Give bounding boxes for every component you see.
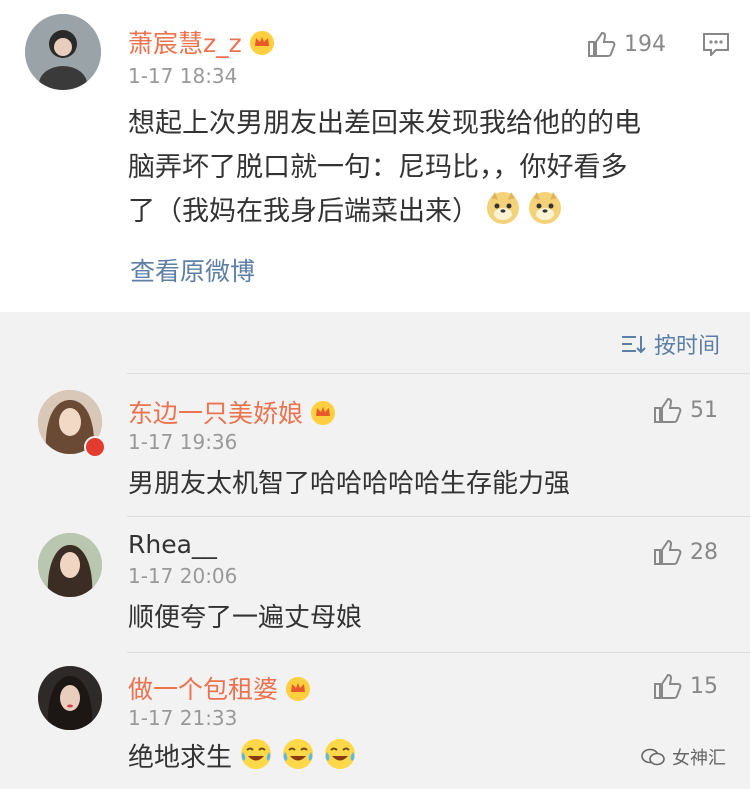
main-post-line-2: 脑弄坏了脱口就一句：尼玛比，，你好看多: [128, 152, 628, 183]
vip-crown-icon: [309, 399, 337, 425]
vip-crown-icon: [248, 29, 276, 55]
doge-emoji-icon: [527, 190, 563, 226]
reply-like-button[interactable]: 51: [652, 396, 718, 424]
reply-like-button[interactable]: 28: [652, 538, 718, 566]
reply-avatar[interactable]: [38, 666, 102, 730]
reply-username-text[interactable]: 东边一只美娇娘: [128, 399, 303, 428]
main-post-username[interactable]: 萧宸慧z_z: [128, 24, 276, 60]
reply-text-content: 绝地求生: [128, 743, 233, 773]
reply-username-text[interactable]: 做一个包租婆: [128, 675, 278, 704]
thumbs-up-icon: [588, 31, 616, 57]
vip-crown-icon: [284, 675, 312, 701]
main-post-text: 想起上次男朋友出差回来发现我给他的的电 脑弄坏了脱口就一句：尼玛比，，你好看多 …: [128, 102, 728, 234]
main-post-username-text[interactable]: 萧宸慧z_z: [128, 29, 242, 58]
main-post-avatar[interactable]: [25, 14, 101, 90]
reply-like-count: 51: [690, 397, 718, 423]
laugh-cry-emoji-icon: [238, 736, 274, 772]
verified-badge-icon: [84, 436, 106, 458]
reply-time: 1-17 19:36: [128, 430, 238, 454]
reply-time: 1-17 21:33: [128, 706, 238, 730]
view-original-link[interactable]: 查看原微博: [130, 252, 255, 288]
main-post-card: 萧宸慧z_z 1-17 18:34 194 想起上次男朋友出差回来发现我给他的的…: [0, 0, 750, 312]
reply-username[interactable]: 东边一只美娇娘: [128, 394, 337, 430]
main-post-line-3: 了（我妈在我身后端菜出来）: [128, 196, 479, 227]
reply-username-text[interactable]: Rhea__: [128, 530, 217, 559]
doge-emoji-icon: [485, 190, 521, 226]
reply-time: 1-17 20:06: [128, 564, 238, 588]
reply-username[interactable]: Rhea__: [128, 530, 217, 559]
sort-toggle[interactable]: 按时间: [620, 328, 720, 360]
thumbs-up-icon: [654, 397, 682, 423]
laugh-cry-emoji-icon: [280, 736, 316, 772]
main-post-like-button[interactable]: 194: [586, 30, 666, 58]
thumbs-up-icon: [654, 539, 682, 565]
divider: [127, 516, 750, 517]
wechat-icon: [641, 748, 665, 766]
main-post-time: 1-17 18:34: [128, 64, 238, 88]
reply-text: 绝地求生: [128, 736, 358, 780]
comment-icon[interactable]: [702, 32, 730, 58]
main-post-line-1: 想起上次男朋友出差回来发现我给他的的电: [128, 108, 641, 139]
reply-like-button[interactable]: 15: [652, 672, 718, 700]
sort-label: 按时间: [654, 334, 721, 359]
reply-username[interactable]: 做一个包租婆: [128, 670, 312, 706]
reply-text: 顺便夸了一遍丈母娘: [128, 603, 363, 633]
thumbs-up-icon: [654, 673, 682, 699]
divider: [127, 373, 750, 374]
laugh-cry-emoji-icon: [322, 736, 358, 772]
reply-like-count: 15: [690, 673, 718, 699]
divider: [127, 652, 750, 653]
reply-text: 男朋友太机智了哈哈哈哈哈生存能力强: [128, 469, 571, 499]
reply-like-count: 28: [690, 539, 718, 565]
watermark-text: 女神汇: [672, 748, 726, 769]
main-post-like-count: 194: [624, 31, 666, 57]
watermark: 女神汇: [640, 744, 726, 770]
sort-icon: [622, 336, 646, 354]
reply-avatar[interactable]: [38, 533, 102, 597]
